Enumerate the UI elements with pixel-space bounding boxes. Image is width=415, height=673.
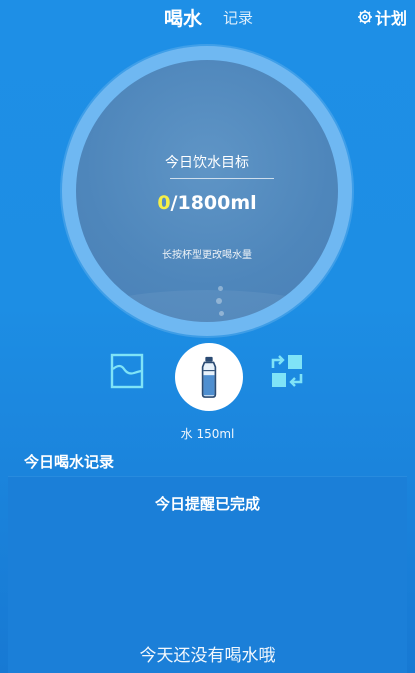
top-bar: 喝水 记录 计划	[0, 0, 415, 34]
water-bottle-icon	[201, 356, 217, 398]
records-title: 今日喝水记录	[24, 453, 115, 471]
cup-label: 水 150ml	[180, 427, 235, 441]
reminder-status: 今日提醒已完成	[154, 495, 260, 513]
bubble	[218, 286, 223, 291]
bubble	[219, 311, 224, 316]
goal-current-amount: 0	[157, 192, 171, 214]
goal-target-amount: /1800ml	[170, 192, 257, 214]
records-panel: 今日提醒已完成 今天还没有喝水哦	[8, 477, 407, 673]
water-wave	[76, 290, 338, 322]
tab-drink-water[interactable]: 喝水	[164, 4, 202, 31]
plan-label: 计划	[374, 9, 407, 28]
goal-hint: 长按杯型更改喝水量	[162, 250, 252, 261]
bubble	[216, 298, 222, 304]
water-goal-ring: 今日饮水目标 0/1800ml 长按杯型更改喝水量	[62, 46, 352, 336]
plan-button[interactable]: 计划	[357, 5, 407, 29]
tab-records[interactable]: 记录	[223, 7, 253, 28]
chart-icon	[110, 353, 144, 389]
swap-icon	[271, 355, 303, 387]
chart-button[interactable]	[110, 353, 144, 389]
goal-value: 0/1800ml	[76, 192, 338, 214]
gear-icon	[357, 10, 372, 24]
swap-button[interactable]	[269, 353, 305, 389]
goal-title: 今日饮水目标	[165, 155, 249, 171]
empty-records-message: 今天还没有喝水哦	[139, 646, 276, 666]
goal-divider	[170, 178, 274, 179]
water-goal-circle: 今日饮水目标 0/1800ml 长按杯型更改喝水量	[76, 60, 338, 322]
cup-button[interactable]	[175, 343, 243, 411]
